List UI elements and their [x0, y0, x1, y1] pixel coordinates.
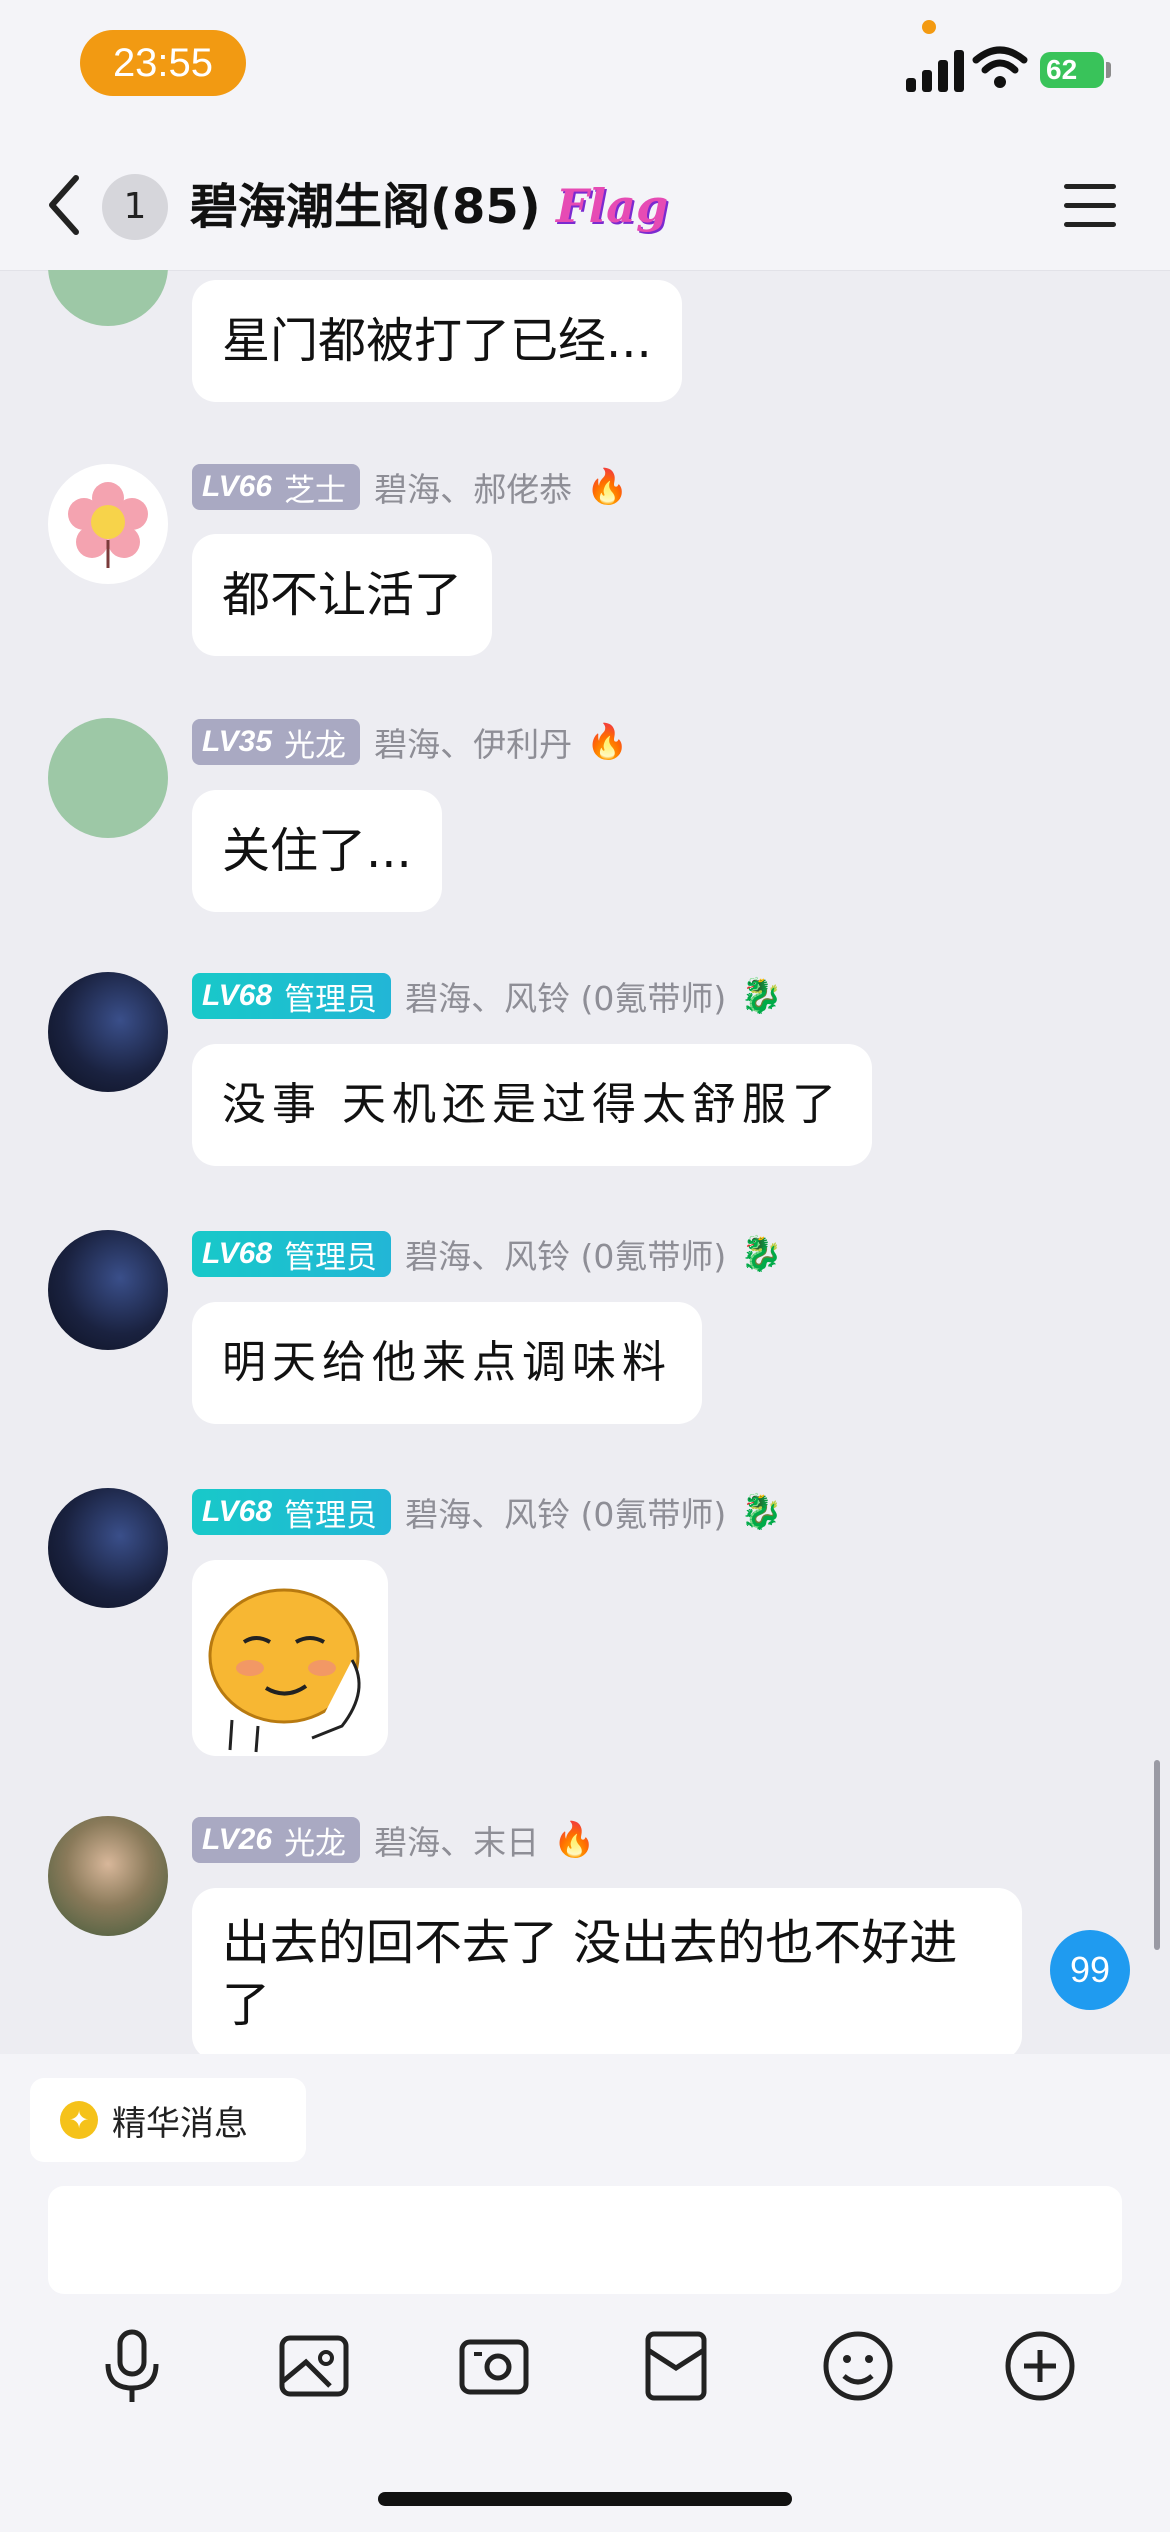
essence-label: 精华消息: [112, 2103, 248, 2144]
image-icon[interactable]: [272, 2324, 356, 2408]
smirk-sticker-icon: [208, 1588, 361, 1753]
message-bubble[interactable]: 星门都被打了已经...: [192, 280, 682, 402]
fire-icon: 🔥: [586, 467, 629, 507]
home-indicator[interactable]: [378, 2492, 792, 2506]
sender-name[interactable]: 碧海、风铃 (0氪带师): [405, 972, 726, 1020]
scrollbar[interactable]: [1154, 1760, 1160, 1950]
sender-name[interactable]: 碧海、伊利丹: [374, 718, 572, 766]
level-badge: LV26 光龙: [192, 1817, 361, 1863]
sticker-message[interactable]: [192, 1560, 388, 1756]
sender-name[interactable]: 碧海、风铃 (0氪带师): [405, 1488, 726, 1536]
battery-icon: 62: [1040, 52, 1104, 88]
signal-icon: [906, 48, 964, 92]
sender-name[interactable]: 碧海、末日: [374, 1816, 539, 1864]
input-panel: ✦ 精华消息: [0, 2054, 1170, 2532]
dragon-icon: 🐉: [740, 1234, 783, 1274]
group-tag: Flag: [556, 179, 669, 233]
message-meta: LV68 管理员 碧海、风铃 (0氪带师) 🐉: [192, 972, 783, 1020]
avatar[interactable]: [48, 972, 168, 1092]
dragon-icon: 🐉: [740, 1492, 783, 1532]
level-badge: LV35 光龙: [192, 719, 361, 765]
privacy-indicator: [922, 20, 936, 34]
chat-header: 1 碧海潮生阁(85) Flag: [0, 140, 1170, 271]
emoji-icon[interactable]: [816, 2324, 900, 2408]
sender-name[interactable]: 碧海、郝佬恭: [374, 463, 572, 511]
red-packet-icon[interactable]: [634, 2324, 718, 2408]
new-messages-badge[interactable]: 99: [1050, 1930, 1130, 2010]
microphone-icon[interactable]: [90, 2324, 174, 2408]
message-meta: LV68 管理员 碧海、风铃 (0氪带师) 🐉: [192, 1488, 783, 1536]
add-icon[interactable]: [998, 2324, 1082, 2408]
message-bubble[interactable]: 明天给他来点调味料: [192, 1302, 702, 1424]
avatar[interactable]: [48, 464, 168, 584]
admin-badge: LV68 管理员: [192, 973, 392, 1019]
avatar[interactable]: [48, 1230, 168, 1350]
message-meta: LV35 光龙 碧海、伊利丹 🔥: [192, 718, 628, 766]
message-bubble[interactable]: 出去的回不去了 没出去的也不好进了: [192, 1888, 1022, 2060]
admin-badge: LV68 管理员: [192, 1231, 392, 1277]
status-bar: 23:55 62: [0, 0, 1170, 140]
message-bubble[interactable]: 没事 天机还是过得太舒服了: [192, 1044, 872, 1166]
essence-icon: ✦: [60, 2101, 98, 2139]
message-meta: LV68 管理员 碧海、风铃 (0氪带师) 🐉: [192, 1230, 783, 1278]
unread-count-badge[interactable]: 1: [102, 174, 168, 240]
avatar[interactable]: [48, 718, 168, 838]
battery-tip: [1106, 62, 1111, 78]
toolbar: [0, 2324, 1170, 2414]
message-meta: LV66 芝士 碧海、郝佬恭 🔥: [192, 463, 628, 511]
message-bubble[interactable]: 都不让活了: [192, 534, 493, 656]
status-time: 23:55: [80, 30, 246, 96]
camera-icon[interactable]: [452, 2324, 536, 2408]
back-icon[interactable]: [40, 170, 90, 240]
fire-icon: 🔥: [586, 722, 629, 762]
message-meta: LV26 光龙 碧海、末日 🔥: [192, 1816, 595, 1864]
level-badge: LV66 芝士: [192, 464, 361, 510]
chat-title[interactable]: 碧海潮生阁(85): [190, 174, 541, 240]
admin-badge: LV68 管理员: [192, 1489, 392, 1535]
menu-icon[interactable]: [1064, 184, 1116, 228]
sender-name[interactable]: 碧海、风铃 (0氪带师): [405, 1230, 726, 1278]
avatar[interactable]: [48, 1488, 168, 1608]
essence-messages-button[interactable]: ✦ 精华消息: [30, 2078, 306, 2162]
avatar[interactable]: [48, 1816, 168, 1936]
message-bubble[interactable]: 关住了...: [192, 790, 442, 912]
message-input[interactable]: [48, 2186, 1122, 2294]
fire-icon: 🔥: [553, 1820, 596, 1860]
flower-avatar-icon: [68, 482, 148, 568]
dragon-icon: 🐉: [740, 976, 783, 1016]
wifi-icon: [972, 46, 1028, 88]
